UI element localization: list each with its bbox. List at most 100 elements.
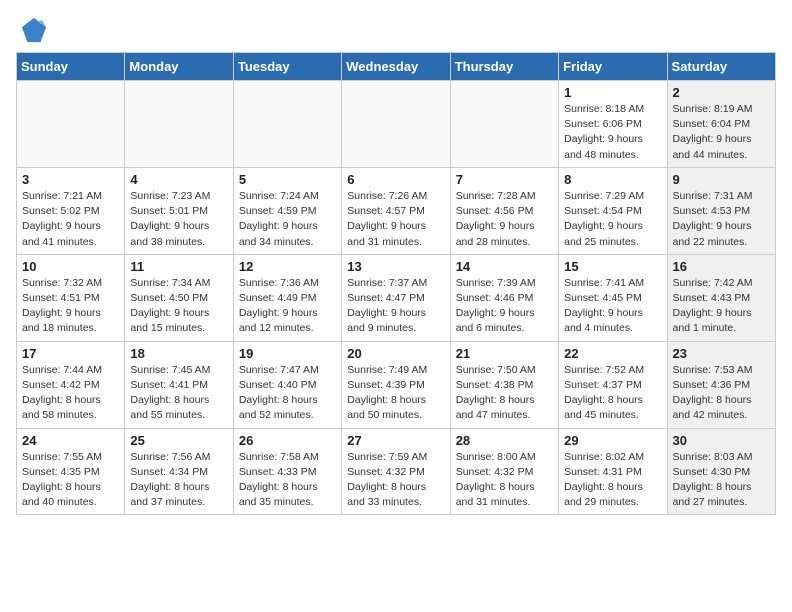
- day-number: 21: [456, 346, 553, 361]
- day-info: Sunrise: 7:53 AM Sunset: 4:36 PM Dayligh…: [673, 363, 770, 424]
- day-info: Sunrise: 7:34 AM Sunset: 4:50 PM Dayligh…: [130, 276, 227, 337]
- logo-icon: [20, 16, 48, 44]
- day-info: Sunrise: 7:26 AM Sunset: 4:57 PM Dayligh…: [347, 189, 444, 250]
- day-number: 25: [130, 433, 227, 448]
- calendar-cell: 3 Sunrise: 7:21 AM Sunset: 5:02 PM Daylig…: [17, 167, 125, 254]
- calendar-cell: 6 Sunrise: 7:26 AM Sunset: 4:57 PM Daylig…: [342, 167, 450, 254]
- calendar-cell: 2 Sunrise: 8:19 AM Sunset: 6:04 PM Daylig…: [667, 81, 775, 168]
- day-number: 12: [239, 259, 336, 274]
- day-number: 27: [347, 433, 444, 448]
- calendar-cell: 10Sunrise: 7:32 AM Sunset: 4:51 PM Dayli…: [17, 254, 125, 341]
- day-info: Sunrise: 8:18 AM Sunset: 6:06 PM Dayligh…: [564, 102, 661, 163]
- week-row-2: 10Sunrise: 7:32 AM Sunset: 4:51 PM Dayli…: [17, 254, 776, 341]
- day-info: Sunrise: 7:31 AM Sunset: 4:53 PM Dayligh…: [673, 189, 770, 250]
- day-info: Sunrise: 7:32 AM Sunset: 4:51 PM Dayligh…: [22, 276, 119, 337]
- day-number: 30: [673, 433, 770, 448]
- calendar-cell: 24 Sunrise: 7:55 AM Sunset: 4:35 PM Dayli…: [17, 428, 125, 515]
- day-info: Sunrise: 7:24 AM Sunset: 4:59 PM Dayligh…: [239, 189, 336, 250]
- day-number: 20: [347, 346, 444, 361]
- calendar-cell: 12Sunrise: 7:36 AM Sunset: 4:49 PM Dayli…: [233, 254, 341, 341]
- calendar-cell: 8 Sunrise: 7:29 AM Sunset: 4:54 PM Daylig…: [559, 167, 667, 254]
- calendar-cell: 17 Sunrise: 7:44 AM Sunset: 4:42 PM Dayli…: [17, 341, 125, 428]
- day-number: 6: [347, 172, 444, 187]
- day-info: Sunrise: 7:29 AM Sunset: 4:54 PM Dayligh…: [564, 189, 661, 250]
- day-number: 15: [564, 259, 661, 274]
- calendar-table: SundayMondayTuesdayWednesdayThursdayFrid…: [16, 52, 776, 515]
- calendar-cell: 20 Sunrise: 7:49 AM Sunset: 4:39 PM Dayli…: [342, 341, 450, 428]
- header-row: SundayMondayTuesdayWednesdayThursdayFrid…: [17, 53, 776, 81]
- day-number: 1: [564, 85, 661, 100]
- calendar-cell: 14 Sunrise: 7:39 AM Sunset: 4:46 PM Dayli…: [450, 254, 558, 341]
- day-info: Sunrise: 7:23 AM Sunset: 5:01 PM Dayligh…: [130, 189, 227, 250]
- calendar-cell: 15Sunrise: 7:41 AM Sunset: 4:45 PM Dayli…: [559, 254, 667, 341]
- day-number: 8: [564, 172, 661, 187]
- day-number: 13: [347, 259, 444, 274]
- calendar-cell: [450, 81, 558, 168]
- calendar-cell: 1 Sunrise: 8:18 AM Sunset: 6:06 PM Daylig…: [559, 81, 667, 168]
- calendar-cell: 25 Sunrise: 7:56 AM Sunset: 4:34 PM Dayli…: [125, 428, 233, 515]
- calendar-cell: 30 Sunrise: 8:03 AM Sunset: 4:30 PM Dayli…: [667, 428, 775, 515]
- calendar-cell: 27 Sunrise: 7:59 AM Sunset: 4:32 PM Dayli…: [342, 428, 450, 515]
- day-number: 16: [673, 259, 770, 274]
- header-cell-saturday: Saturday: [667, 53, 775, 81]
- day-info: Sunrise: 8:00 AM Sunset: 4:32 PM Dayligh…: [456, 450, 553, 511]
- calendar-cell: 4 Sunrise: 7:23 AM Sunset: 5:01 PM Daylig…: [125, 167, 233, 254]
- day-info: Sunrise: 8:02 AM Sunset: 4:31 PM Dayligh…: [564, 450, 661, 511]
- calendar-cell: 11Sunrise: 7:34 AM Sunset: 4:50 PM Dayli…: [125, 254, 233, 341]
- calendar-cell: 5 Sunrise: 7:24 AM Sunset: 4:59 PM Daylig…: [233, 167, 341, 254]
- calendar-cell: 7Sunrise: 7:28 AM Sunset: 4:56 PM Daylig…: [450, 167, 558, 254]
- calendar-cell: 21Sunrise: 7:50 AM Sunset: 4:38 PM Dayli…: [450, 341, 558, 428]
- week-row-4: 24 Sunrise: 7:55 AM Sunset: 4:35 PM Dayli…: [17, 428, 776, 515]
- day-info: Sunrise: 7:44 AM Sunset: 4:42 PM Dayligh…: [22, 363, 119, 424]
- calendar-cell: 18Sunrise: 7:45 AM Sunset: 4:41 PM Dayli…: [125, 341, 233, 428]
- day-info: Sunrise: 7:59 AM Sunset: 4:32 PM Dayligh…: [347, 450, 444, 511]
- header-cell-tuesday: Tuesday: [233, 53, 341, 81]
- day-info: Sunrise: 7:56 AM Sunset: 4:34 PM Dayligh…: [130, 450, 227, 511]
- header-cell-sunday: Sunday: [17, 53, 125, 81]
- calendar-cell: [17, 81, 125, 168]
- day-info: Sunrise: 7:42 AM Sunset: 4:43 PM Dayligh…: [673, 276, 770, 337]
- header-cell-wednesday: Wednesday: [342, 53, 450, 81]
- day-info: Sunrise: 7:47 AM Sunset: 4:40 PM Dayligh…: [239, 363, 336, 424]
- day-number: 7: [456, 172, 553, 187]
- calendar-cell: [125, 81, 233, 168]
- calendar-cell: 19 Sunrise: 7:47 AM Sunset: 4:40 PM Dayli…: [233, 341, 341, 428]
- day-info: Sunrise: 7:52 AM Sunset: 4:37 PM Dayligh…: [564, 363, 661, 424]
- week-row-3: 17 Sunrise: 7:44 AM Sunset: 4:42 PM Dayli…: [17, 341, 776, 428]
- day-info: Sunrise: 7:39 AM Sunset: 4:46 PM Dayligh…: [456, 276, 553, 337]
- day-info: Sunrise: 8:03 AM Sunset: 4:30 PM Dayligh…: [673, 450, 770, 511]
- day-number: 9: [673, 172, 770, 187]
- day-number: 17: [22, 346, 119, 361]
- day-number: 28: [456, 433, 553, 448]
- week-row-1: 3 Sunrise: 7:21 AM Sunset: 5:02 PM Daylig…: [17, 167, 776, 254]
- calendar-cell: 28 Sunrise: 8:00 AM Sunset: 4:32 PM Dayli…: [450, 428, 558, 515]
- day-number: 2: [673, 85, 770, 100]
- day-info: Sunrise: 8:19 AM Sunset: 6:04 PM Dayligh…: [673, 102, 770, 163]
- day-info: Sunrise: 7:58 AM Sunset: 4:33 PM Dayligh…: [239, 450, 336, 511]
- day-number: 24: [22, 433, 119, 448]
- logo: [16, 16, 48, 40]
- day-number: 4: [130, 172, 227, 187]
- day-number: 5: [239, 172, 336, 187]
- header-cell-monday: Monday: [125, 53, 233, 81]
- day-number: 29: [564, 433, 661, 448]
- calendar-cell: [342, 81, 450, 168]
- day-number: 23: [673, 346, 770, 361]
- calendar-cell: 23 Sunrise: 7:53 AM Sunset: 4:36 PM Dayli…: [667, 341, 775, 428]
- calendar-header: SundayMondayTuesdayWednesdayThursdayFrid…: [17, 53, 776, 81]
- day-info: Sunrise: 7:37 AM Sunset: 4:47 PM Dayligh…: [347, 276, 444, 337]
- calendar-cell: 29 Sunrise: 8:02 AM Sunset: 4:31 PM Dayli…: [559, 428, 667, 515]
- day-info: Sunrise: 7:49 AM Sunset: 4:39 PM Dayligh…: [347, 363, 444, 424]
- day-number: 19: [239, 346, 336, 361]
- day-info: Sunrise: 7:21 AM Sunset: 5:02 PM Dayligh…: [22, 189, 119, 250]
- day-info: Sunrise: 7:55 AM Sunset: 4:35 PM Dayligh…: [22, 450, 119, 511]
- calendar-cell: 16 Sunrise: 7:42 AM Sunset: 4:43 PM Dayli…: [667, 254, 775, 341]
- day-number: 14: [456, 259, 553, 274]
- header: [16, 16, 776, 40]
- calendar-cell: 22Sunrise: 7:52 AM Sunset: 4:37 PM Dayli…: [559, 341, 667, 428]
- calendar-cell: 26 Sunrise: 7:58 AM Sunset: 4:33 PM Dayli…: [233, 428, 341, 515]
- calendar-cell: 13 Sunrise: 7:37 AM Sunset: 4:47 PM Dayli…: [342, 254, 450, 341]
- day-number: 26: [239, 433, 336, 448]
- day-number: 3: [22, 172, 119, 187]
- day-info: Sunrise: 7:45 AM Sunset: 4:41 PM Dayligh…: [130, 363, 227, 424]
